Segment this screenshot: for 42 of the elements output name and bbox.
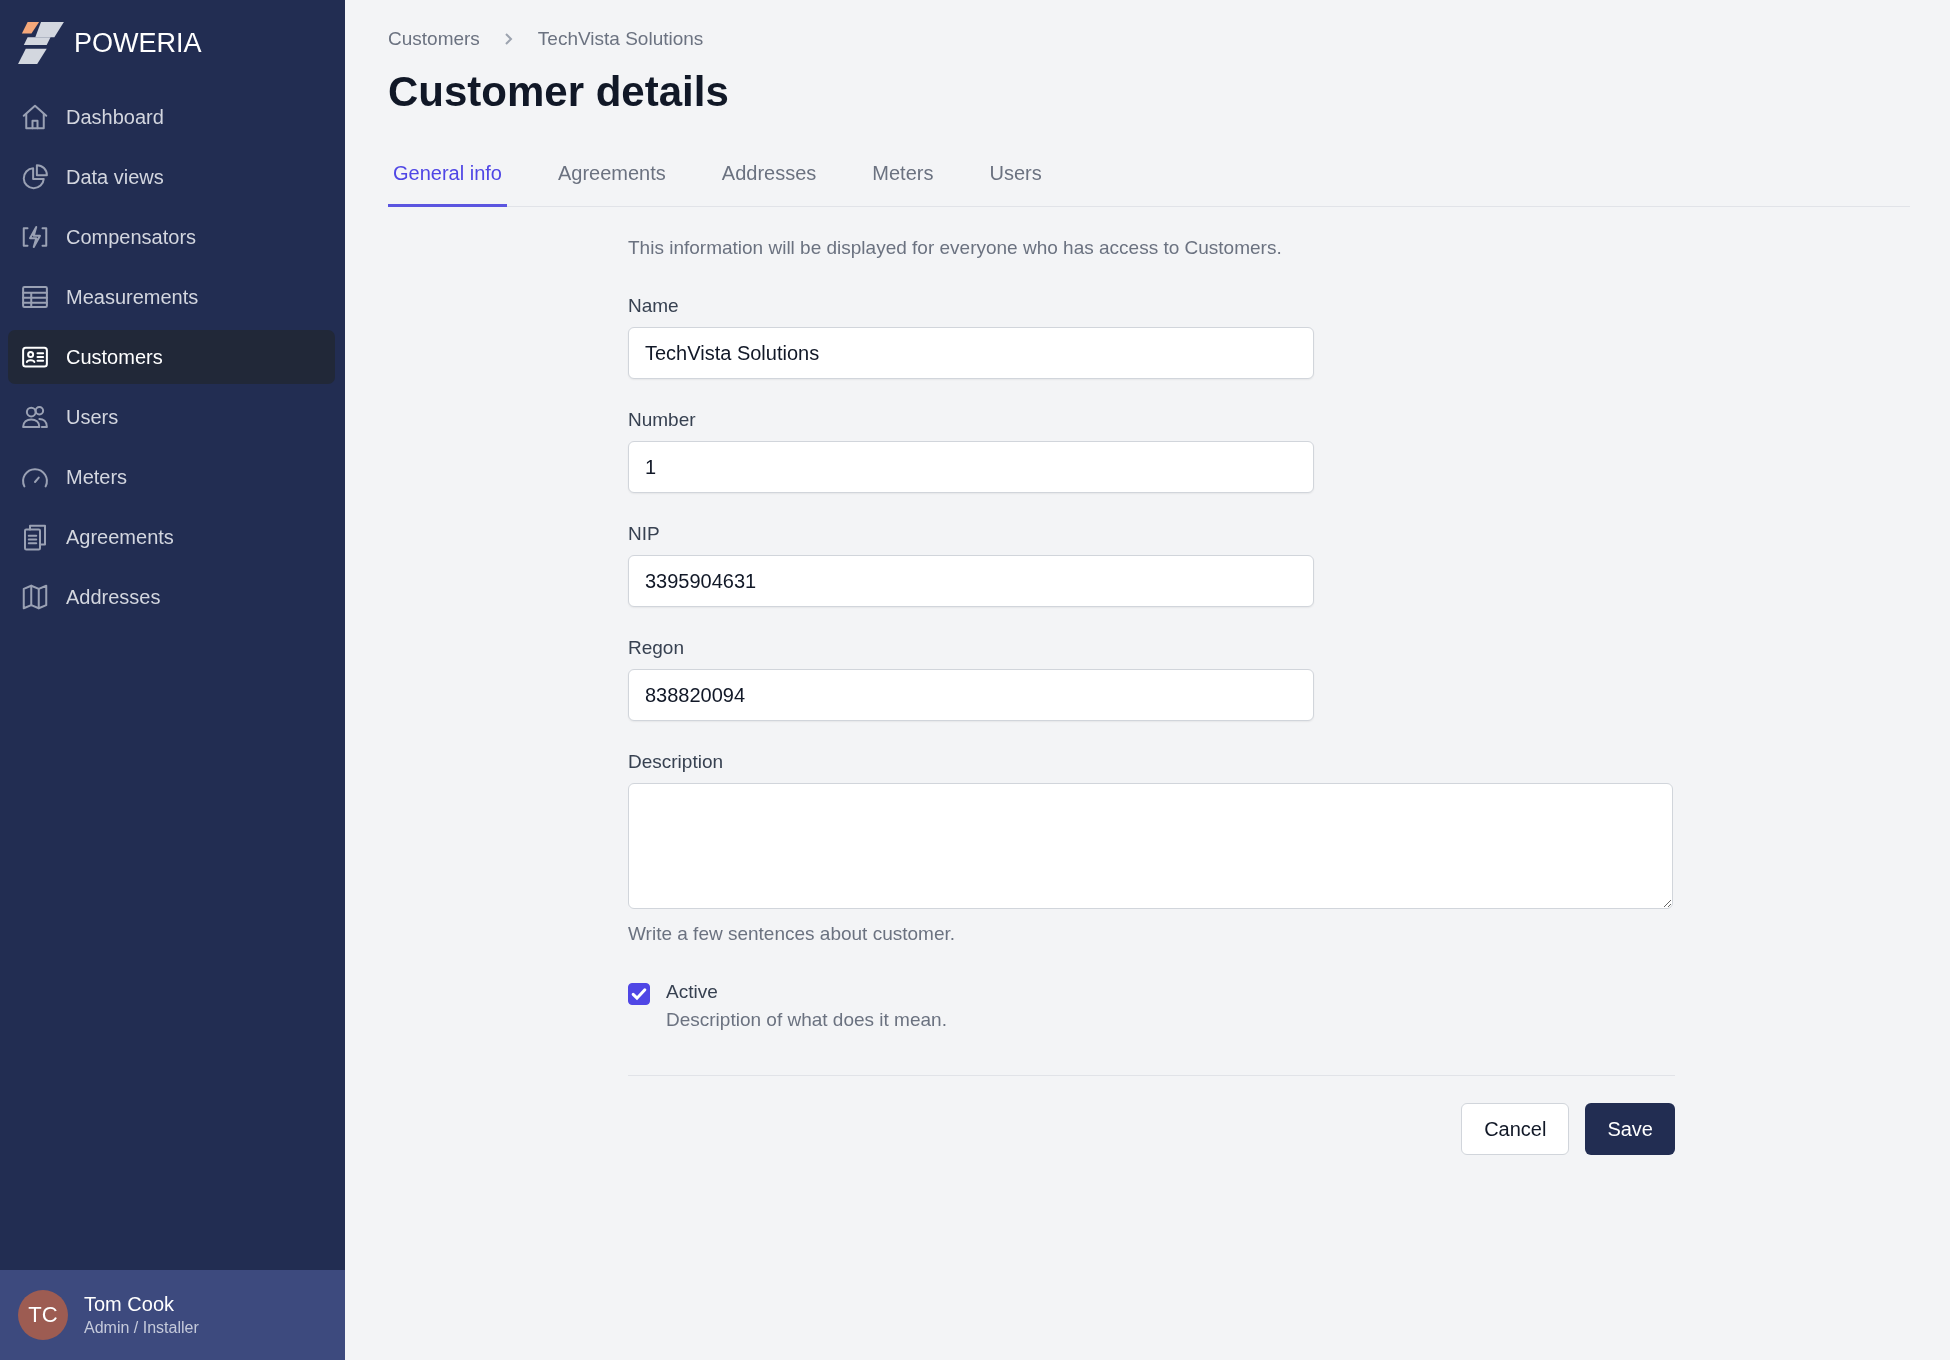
sidebar-item[interactable]: Meters [8,450,335,504]
sidebar-item[interactable]: Measurements [8,270,335,324]
user-role: Admin / Installer [84,1319,199,1337]
user-name: Tom Cook [84,1293,176,1316]
field-label: NIP [628,523,661,545]
sidebar-item[interactable]: Customers [8,330,335,384]
user-avatar[interactable]: TC [18,1290,68,1340]
form-intro: This information will be displayed for everyone who has access to Customers. [628,237,1283,259]
tab[interactable]: Users [984,150,1047,207]
field-label: Name [628,295,680,317]
text-field[interactable]: 1 [628,441,1314,493]
tab[interactable]: General info [388,150,507,207]
text-field[interactable]: 3395904631 [628,555,1314,607]
pie-chart-icon [20,162,50,192]
sidebar-item[interactable]: Users [8,390,335,444]
sidebar-item[interactable]: Dashboard [8,90,335,144]
sidebar-item[interactable]: Agreements [8,510,335,564]
chevron-right-icon [503,32,514,46]
checkbox-description: Description of what does it mean. [666,1009,947,1031]
field-hint: Write a few sentences about customer. [628,923,957,945]
field-label: Description [628,751,725,773]
field-label: Number [628,409,697,431]
sidebar-item[interactable]: Addresses [8,570,335,624]
home-icon [20,102,50,132]
text-field[interactable]: 838820094 [628,669,1314,721]
logo-icon [18,22,64,64]
tab[interactable]: Meters [867,150,939,207]
tab[interactable]: Agreements [552,150,671,207]
sidebar-item[interactable]: Compensators [8,210,335,264]
sidebar-item[interactable]: Data views [8,150,335,204]
map-icon [20,582,50,612]
field-label: Regon [628,637,685,659]
breadcrumb-link[interactable]: Customers [388,28,480,50]
cancel-button[interactable]: Cancel [1461,1103,1570,1155]
checkbox-label: Active [666,981,719,1003]
page-title: Customer details [388,68,730,116]
tab[interactable]: Addresses [716,150,822,207]
checkbox[interactable] [628,983,650,1005]
save-button[interactable]: Save [1585,1103,1675,1155]
brand-name: POWERIA [74,27,202,59]
breadcrumb-link[interactable]: TechVista Solutions [537,28,704,50]
text-field[interactable]: TechVista Solutions [628,327,1314,379]
